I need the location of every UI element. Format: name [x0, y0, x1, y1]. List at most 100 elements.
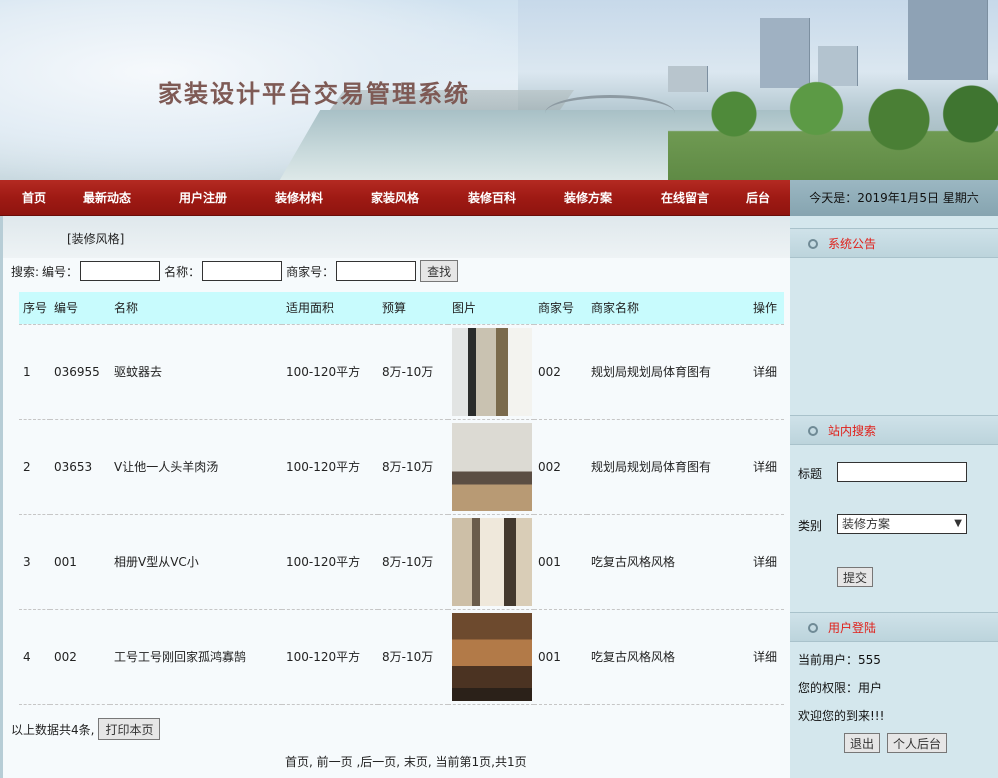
- nav-plans[interactable]: 装修方案: [564, 180, 612, 216]
- name-label: 名称：: [164, 264, 201, 279]
- nav-encyclopedia[interactable]: 装修百科: [468, 180, 516, 216]
- breadcrumb: [装修风格]: [3, 216, 790, 258]
- cell-budget: 8万-10万: [378, 609, 448, 705]
- table-row: 4 002 工号工号刚回家孤鸿寡鹄 100-120平方 8万-10万 001 吃…: [19, 609, 784, 705]
- detail-link[interactable]: 详细: [749, 419, 784, 515]
- cell-merchant-name: 吃复古风格风格: [587, 514, 749, 610]
- style-thumbnail: [452, 327, 532, 416]
- search-label: 搜索:: [11, 264, 40, 279]
- cell-merchant-no: 001: [534, 514, 587, 610]
- cell-index: 2: [19, 419, 50, 515]
- cell-image: [448, 514, 534, 610]
- cell-index: 4: [19, 609, 50, 705]
- header-banner: 家装设计平台交易管理系统: [0, 0, 998, 180]
- banner-trees: [668, 70, 998, 180]
- cell-merchant-no: 002: [534, 419, 587, 515]
- style-thumbnail: [452, 517, 532, 606]
- nav-messages[interactable]: 在线留言: [661, 180, 709, 216]
- cell-code: 001: [50, 514, 110, 610]
- detail-link[interactable]: 详细: [749, 323, 784, 420]
- notice-title: 系统公告: [828, 237, 877, 251]
- code-label: 编号：: [42, 264, 79, 279]
- current-user: 当前用户：555: [798, 653, 881, 667]
- merchant-no-label: 商家号：: [286, 264, 335, 279]
- cell-image: [448, 609, 534, 705]
- login-title: 用户登陆: [828, 621, 877, 635]
- cell-area: 100-120平方: [282, 609, 378, 705]
- cell-index: 1: [19, 323, 50, 420]
- cell-name: 工号工号刚回家孤鸿寡鹄: [110, 609, 282, 705]
- cell-name: 驱蚊器去: [110, 323, 282, 420]
- cell-code: 03653: [50, 419, 110, 515]
- select-value: 装修方案: [842, 517, 891, 531]
- col-merchant-no: 商家号: [534, 292, 587, 324]
- site-search-type-select[interactable]: 装修方案 ▼: [837, 514, 967, 534]
- style-thumbnail: [452, 612, 532, 701]
- print-button[interactable]: 打印本页: [98, 718, 161, 740]
- cell-name: 相册V型从VC小: [110, 514, 282, 610]
- nav-news[interactable]: 最新动态: [83, 180, 131, 216]
- search-type-label: 类别: [798, 519, 823, 533]
- welcome-text: 欢迎您的到来!!!: [798, 709, 885, 723]
- cell-merchant-no: 002: [534, 323, 587, 420]
- cell-image: [448, 419, 534, 515]
- cell-budget: 8万-10万: [378, 419, 448, 515]
- right-sidebar: 系统公告 站内搜索 标题 类别 装修方案 ▼ 提交 用户登陆 当前用户：555 …: [790, 216, 998, 778]
- col-merchant-name: 商家名称: [587, 292, 749, 324]
- bullet-circle-icon: [808, 623, 818, 633]
- main-nav: 首页 最新动态 用户注册 装修材料 家装风格 装修百科 装修方案 在线留言 后台: [0, 180, 790, 216]
- cell-merchant-name: 吃复古风格风格: [587, 609, 749, 705]
- cell-budget: 8万-10万: [378, 514, 448, 610]
- col-name: 名称: [110, 292, 282, 324]
- cell-name: V让他一人头羊肉汤: [110, 419, 282, 515]
- cell-budget: 8万-10万: [378, 323, 448, 420]
- data-summary: 以上数据共4条, 打印本页: [11, 718, 161, 740]
- table-header-row: 序号 编号 名称 适用面积 预算 图片 商家号 商家名称 操作: [19, 292, 784, 324]
- personal-backend-button[interactable]: 个人后台: [887, 733, 948, 753]
- banner-building: [908, 0, 988, 80]
- date-display: 今天是：2019年1月5日 星期六: [790, 180, 998, 216]
- cell-code: 002: [50, 609, 110, 705]
- cell-code: 036955: [50, 323, 110, 420]
- bullet-circle-icon: [808, 239, 818, 249]
- col-action: 操作: [749, 292, 784, 324]
- code-input[interactable]: [80, 261, 161, 281]
- nav-register[interactable]: 用户注册: [179, 180, 227, 216]
- main-content: [装修风格] 搜索: 编号： 名称： 商家号： 查找 序号 编号 名称 适用面积…: [0, 216, 790, 778]
- summary-text: 以上数据共4条,: [11, 722, 95, 737]
- cell-area: 100-120平方: [282, 419, 378, 515]
- col-image: 图片: [448, 292, 534, 324]
- pagination[interactable]: 首页, 前一页 ,后一页, 末页, 当前第1页,共1页: [285, 753, 527, 770]
- col-index: 序号: [19, 292, 50, 324]
- col-area: 适用面积: [282, 292, 378, 324]
- nav-admin[interactable]: 后台: [746, 180, 770, 216]
- cell-image: [448, 323, 534, 420]
- site-title: 家装设计平台交易管理系统: [158, 79, 470, 108]
- detail-link[interactable]: 详细: [749, 514, 784, 610]
- col-code: 编号: [50, 292, 110, 324]
- dropdown-arrow-icon: ▼: [954, 518, 962, 529]
- cell-merchant-name: 规划局规划局体育图有: [587, 323, 749, 420]
- cell-area: 100-120平方: [282, 514, 378, 610]
- nav-styles[interactable]: 家装风格: [371, 180, 419, 216]
- detail-link[interactable]: 详细: [749, 609, 784, 705]
- cell-merchant-no: 001: [534, 609, 587, 705]
- site-search-panel-header: 站内搜索: [790, 415, 998, 445]
- logout-button[interactable]: 退出: [844, 733, 881, 753]
- notice-panel-header: 系统公告: [790, 228, 998, 258]
- col-budget: 预算: [378, 292, 448, 324]
- site-search-title: 站内搜索: [828, 424, 877, 438]
- merchant-no-input[interactable]: [336, 261, 417, 281]
- table-row: 1 036955 驱蚊器去 100-120平方 8万-10万 002 规划局规划…: [19, 323, 784, 420]
- user-permission: 您的权限：用户: [798, 681, 883, 695]
- nav-home[interactable]: 首页: [22, 180, 46, 216]
- name-input[interactable]: [202, 261, 283, 281]
- cell-area: 100-120平方: [282, 323, 378, 420]
- nav-materials[interactable]: 装修材料: [275, 180, 323, 216]
- site-search-submit[interactable]: 提交: [837, 567, 874, 587]
- cell-index: 3: [19, 514, 50, 610]
- search-bar: 搜索: 编号： 名称： 商家号： 查找: [11, 260, 459, 282]
- search-button[interactable]: 查找: [420, 260, 459, 282]
- table-row: 2 03653 V让他一人头羊肉汤 100-120平方 8万-10万 002 规…: [19, 419, 784, 515]
- site-search-title-input[interactable]: [837, 462, 967, 482]
